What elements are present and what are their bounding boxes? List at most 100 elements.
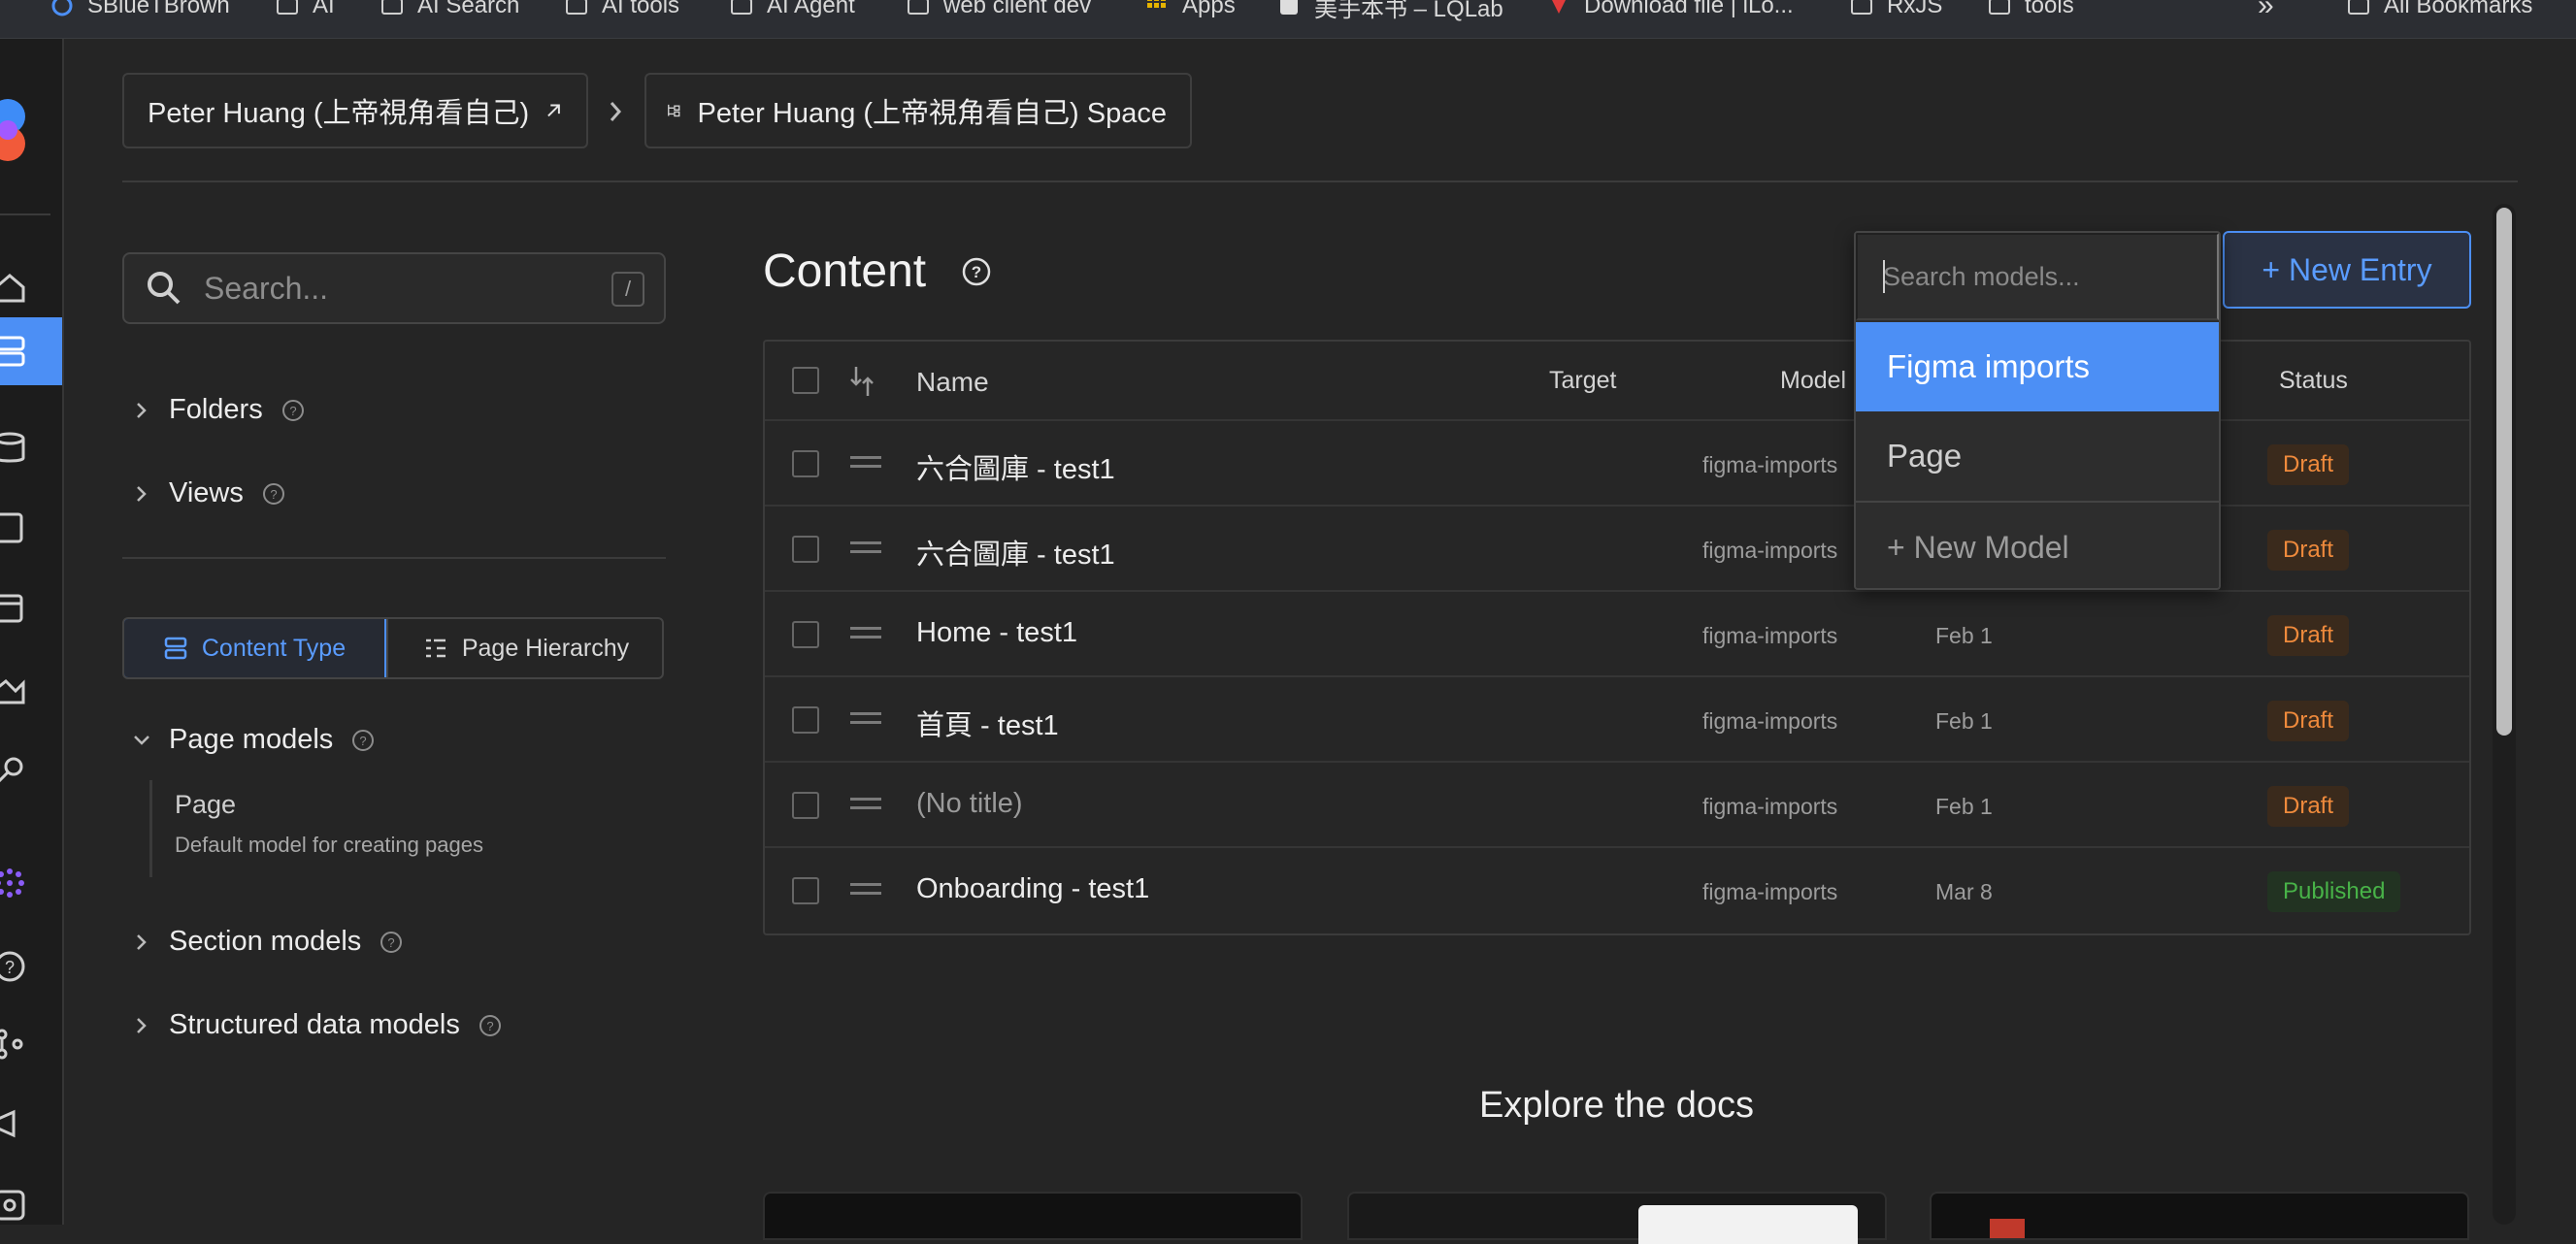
views-section-toggle[interactable]: Views ?	[132, 477, 286, 509]
drag-handle-icon[interactable]	[850, 712, 881, 724]
folder-icon	[566, 0, 587, 15]
entry-model: figma-imports	[1702, 708, 1838, 734]
table-row[interactable]: 首頁 - test1 figma-imports Feb 1 Draft	[765, 675, 2469, 761]
chevron-right-icon	[137, 485, 147, 502]
folder-icon	[277, 0, 298, 15]
row-checkbox[interactable]	[792, 450, 819, 477]
docs-card[interactable]	[763, 1192, 1303, 1240]
bookmark-item[interactable]: All Bookmarks	[2345, 0, 2532, 25]
help-icon[interactable]: ?	[350, 728, 376, 753]
tree-icon	[668, 104, 680, 117]
status-badge: Draft	[2267, 444, 2350, 485]
docs-card-preview	[1990, 1219, 2025, 1238]
model-search-input[interactable]	[1856, 233, 2219, 320]
entry-model: figma-imports	[1702, 538, 1838, 563]
database-icon[interactable]	[0, 429, 29, 468]
svg-text:?: ?	[5, 958, 15, 977]
status-badge: Draft	[2267, 530, 2350, 571]
breadcrumb-workspace[interactable]: Peter Huang (上帝視角看自己)	[122, 73, 588, 148]
list-tree-icon	[425, 638, 446, 658]
bookmark-item[interactable]: SBlueTBrown	[49, 0, 230, 25]
bookmark-item[interactable]: web client dev	[905, 0, 1091, 25]
column-header-name[interactable]: Name	[916, 367, 989, 398]
bookmarks-bar: SBlueTBrown AI AI Search AI tools AI Age…	[0, 0, 2576, 39]
select-all-checkbox[interactable]	[792, 367, 819, 394]
git-branch-icon[interactable]	[0, 1025, 29, 1064]
drag-handle-icon[interactable]	[850, 456, 881, 468]
new-entry-button[interactable]: + New Entry	[2223, 231, 2471, 309]
row-checkbox[interactable]	[792, 706, 819, 734]
help-icon[interactable]: ?	[379, 930, 404, 955]
bookmark-item[interactable]: AI	[274, 0, 335, 25]
content-icon[interactable]	[0, 332, 29, 371]
scrollbar-thumb[interactable]	[2496, 208, 2512, 736]
help-circle-icon[interactable]: ?	[0, 947, 29, 986]
bookmark-item[interactable]: 美手本书 – LQLab	[1275, 0, 1503, 25]
structured-data-models-section-toggle[interactable]: Structured data models ?	[132, 1009, 503, 1041]
text-caret	[1883, 260, 1885, 293]
entry-date: Feb 1	[1935, 794, 1993, 819]
bookmark-item[interactable]: AI Search	[379, 0, 519, 25]
status-badge: Draft	[2267, 701, 2350, 741]
help-icon[interactable]: ?	[478, 1013, 503, 1038]
docs-card[interactable]	[1930, 1192, 2469, 1240]
search-shortcut-key: /	[611, 272, 644, 307]
page-model-title[interactable]: Page	[175, 790, 236, 820]
tab-content-type[interactable]: Content Type	[124, 619, 386, 677]
section-models-section-toggle[interactable]: Section models ?	[132, 926, 404, 958]
search-placeholder: Search...	[204, 270, 329, 306]
column-header-target[interactable]: Target	[1549, 367, 1616, 395]
folder-icon	[731, 0, 752, 15]
help-icon[interactable]: ?	[261, 481, 286, 507]
bookmark-item[interactable]: AI tools	[563, 0, 679, 25]
drag-handle-icon[interactable]	[850, 798, 881, 809]
table-row[interactable]: Home - test1 figma-imports Feb 1 Draft	[765, 590, 2469, 675]
row-checkbox[interactable]	[792, 877, 819, 904]
analytics-icon[interactable]	[0, 670, 29, 708]
tab-page-hierarchy[interactable]: Page Hierarchy	[386, 619, 662, 677]
drag-handle-icon[interactable]	[850, 541, 881, 553]
main-scrollbar[interactable]	[2493, 204, 2516, 1225]
settings-icon[interactable]	[0, 1186, 29, 1225]
row-checkbox[interactable]	[792, 621, 819, 648]
home-icon[interactable]	[0, 268, 29, 307]
help-icon[interactable]: ?	[961, 256, 992, 287]
app-logo-icon[interactable]	[0, 93, 33, 167]
book-icon[interactable]	[0, 508, 29, 547]
bookmark-item[interactable]: tools	[1986, 0, 2074, 25]
sidebar-search-input[interactable]: Search... /	[122, 252, 666, 324]
row-checkbox[interactable]	[792, 536, 819, 563]
calendar-icon[interactable]	[0, 588, 29, 627]
bookmark-item[interactable]: Download file | iLo...	[1545, 0, 1794, 25]
svg-text:?: ?	[289, 404, 296, 418]
bookmarks-overflow-button[interactable]: »	[2258, 0, 2274, 25]
row-checkbox[interactable]	[792, 792, 819, 819]
breadcrumb-space[interactable]: Peter Huang (上帝視角看自己) Space	[644, 73, 1192, 148]
column-header-status[interactable]: Status	[2279, 367, 2348, 395]
model-option-page[interactable]: Page	[1856, 411, 2219, 501]
svg-text:?: ?	[486, 1019, 493, 1033]
page-title: Content	[763, 246, 927, 297]
integrations-icon[interactable]	[0, 751, 29, 790]
sort-icon[interactable]	[846, 365, 877, 398]
help-icon[interactable]: ?	[281, 398, 306, 423]
page-models-section-toggle[interactable]: Page models ?	[132, 724, 376, 756]
drag-handle-icon[interactable]	[850, 883, 881, 895]
entry-name: 首頁 - test1	[916, 710, 1059, 741]
megaphone-icon[interactable]	[0, 1104, 29, 1143]
drag-handle-icon[interactable]	[850, 627, 881, 638]
column-header-model[interactable]: Model	[1780, 367, 1846, 395]
bookmark-item[interactable]: RxJS	[1848, 0, 1942, 25]
bookmark-item[interactable]: AI Agent	[728, 0, 855, 25]
sidebar-view-toggle: Content Type Page Hierarchy	[122, 617, 664, 679]
table-row[interactable]: (No title) figma-imports Feb 1 Draft	[765, 761, 2469, 846]
model-option-figma-imports[interactable]: Figma imports	[1856, 322, 2219, 411]
docs-card[interactable]	[1347, 1192, 1887, 1244]
bookmark-item[interactable]: Apps	[1143, 0, 1236, 25]
sidebar-divider	[122, 557, 666, 559]
new-model-button[interactable]: + New Model	[1856, 503, 2219, 588]
table-row[interactable]: Onboarding - test1 figma-imports Mar 8 P…	[765, 846, 2469, 932]
page-model-description: Default model for creating pages	[175, 833, 483, 857]
sparkle-icon[interactable]	[0, 864, 29, 902]
folders-section-toggle[interactable]: Folders ?	[132, 394, 306, 426]
